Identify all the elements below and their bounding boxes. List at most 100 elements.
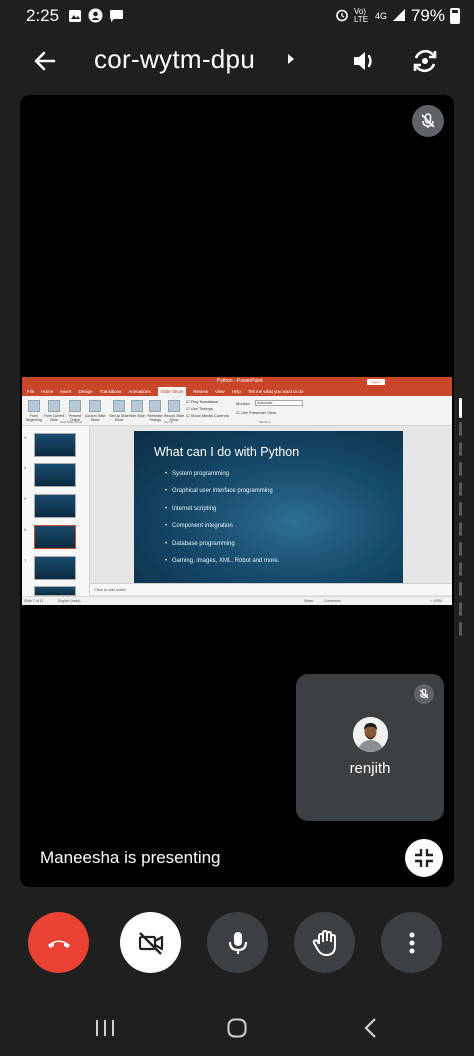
slide-title: What can I do with Python [154, 445, 300, 459]
hand-icon [312, 929, 336, 956]
presenter-banner: Maneesha is presenting [40, 848, 221, 867]
slide-thumbnail [34, 586, 76, 596]
slide-bullet: Graphical user interface programming [165, 488, 279, 505]
slide-bullet: System programming [165, 471, 279, 488]
thumb-number: 6 [24, 527, 27, 532]
ppt-tab: File [27, 389, 35, 394]
participant-name: renjith [349, 760, 391, 777]
ppt-tab: Design [78, 389, 93, 394]
account-icon [88, 8, 103, 28]
thumb-number: 3 [24, 435, 27, 440]
presentation-stage[interactable]: Python - PowerPoint Sign in File Home In… [20, 95, 454, 887]
ppt-ribbon-tabs: File Home Insert Design Transitions Anim… [22, 387, 452, 396]
call-header: cor-wytm-dpu [0, 38, 474, 84]
ppt-ribbon-button: Present Online [64, 400, 86, 422]
battery-percent: 79% [410, 6, 445, 25]
ppt-tab-active: Slide Show [157, 387, 187, 396]
camera-toggle-button[interactable] [120, 912, 181, 973]
thumb-number: 5 [24, 496, 27, 501]
ppt-title-bar: Python - PowerPoint Sign in [22, 377, 452, 387]
notification-icons [68, 8, 124, 28]
avatar [353, 717, 388, 752]
ppt-tab: Transitions [99, 389, 122, 394]
user-photo-icon [353, 717, 388, 752]
ppt-tab: Review [193, 389, 208, 394]
recent-apps-button[interactable] [92, 1016, 118, 1040]
ppt-tell-me: Tell me what you want to do [247, 389, 304, 394]
edge-panel-dots [459, 422, 462, 642]
alarm-icon [335, 8, 349, 25]
ppt-tab: Insert [60, 389, 72, 394]
status-bar: 2:25 Vo) LTE 4G 79% [0, 0, 474, 32]
ppt-tab: View [214, 389, 225, 394]
ppt-check: Use Presenter View [236, 410, 276, 415]
ppt-comments-toggle: Comments [324, 599, 341, 603]
speaker-button[interactable] [350, 46, 380, 76]
ppt-ribbon-button: From Current Slide [43, 400, 65, 422]
ppt-check: Play Narrations [186, 399, 218, 404]
ppt-language: English (India) [58, 599, 81, 603]
ppt-tab: Home [41, 389, 54, 394]
chevron-right-icon[interactable] [286, 52, 296, 71]
ppt-ribbon-button: Custom Slide Show [84, 400, 106, 422]
volume-icon [354, 52, 372, 70]
ppt-ribbon: From Beginning From Current Slide Presen… [22, 396, 452, 426]
self-view-tile[interactable]: renjith [296, 674, 444, 821]
raise-hand-button[interactable] [294, 912, 355, 973]
ppt-tab: Help [231, 389, 241, 394]
ppt-zoom: + 100% [430, 599, 442, 603]
slide-bullet: Gaming, images, XML, Robot and more. [165, 558, 279, 575]
slide-bullet: Database programming [165, 541, 279, 558]
slide-thumbnail [34, 433, 76, 457]
status-right: Vo) LTE 4G 79% [335, 6, 460, 26]
status-time: 2:25 [26, 6, 60, 25]
edge-handle[interactable] [459, 398, 462, 418]
slide-thumbnails: 3 4 5 6 7 [22, 426, 90, 596]
mic-off-icon [419, 688, 429, 699]
ppt-app-title: Python - PowerPoint [217, 378, 263, 384]
battery-icon [450, 8, 460, 24]
ppt-group-label: Monitors [259, 420, 271, 424]
ppt-monitor-select: Automatic [255, 400, 303, 406]
network-label: Vo) LTE [353, 7, 369, 24]
system-back-button[interactable] [358, 1016, 384, 1040]
slide-thumbnail [34, 463, 76, 487]
more-vertical-icon [409, 932, 414, 953]
ppt-slide-count: Slide 7 of 11 [24, 599, 44, 603]
meeting-code[interactable]: cor-wytm-dpu [94, 44, 255, 75]
ppt-sign-in: Sign in [367, 379, 385, 385]
microphone-toggle-button[interactable] [207, 912, 268, 973]
chevron-left-icon [364, 1018, 376, 1038]
ppt-workspace: 3 4 5 6 7 What can I do with Python Syst… [22, 426, 452, 596]
more-options-button[interactable] [381, 912, 442, 973]
switch-camera-icon [413, 49, 437, 73]
home-button[interactable] [224, 1016, 250, 1040]
phone-hangup-icon [47, 940, 70, 948]
slide-thumbnail [34, 556, 76, 580]
slide-bullets: System programming Graphical user interf… [165, 471, 279, 575]
slide-thumbnail-selected [34, 525, 76, 549]
ppt-status-bar: Slide 7 of 11 English (India) Notes Comm… [22, 596, 452, 605]
hang-up-button[interactable] [28, 912, 89, 973]
ppt-ribbon-button: From Beginning [23, 400, 45, 422]
signal-label: 4G [374, 11, 387, 21]
ppt-notes-toggle: Notes [304, 599, 314, 603]
mic-off-icon [421, 113, 435, 128]
slide-thumbnail [34, 494, 76, 518]
presenter-mic-off-indicator [412, 105, 444, 137]
switch-camera-button[interactable] [408, 44, 442, 78]
video-off-icon [138, 931, 163, 955]
chat-icon [109, 9, 124, 28]
ppt-tab: Animations [128, 389, 151, 394]
shared-screen: Python - PowerPoint Sign in File Home In… [22, 377, 452, 605]
ppt-ribbon-button: Record Slide Show [163, 400, 185, 422]
back-button[interactable] [30, 46, 60, 76]
microphone-icon [228, 931, 247, 954]
slide-bullet: Internet scripting [165, 506, 279, 523]
self-mic-off-indicator [414, 684, 434, 704]
minimize-presentation-button[interactable] [405, 839, 443, 877]
ppt-group-label: Set Up [164, 420, 174, 424]
ppt-monitor-label: Monitor: [236, 401, 251, 406]
collapse-icon [415, 849, 433, 867]
thumb-number: 4 [24, 465, 27, 470]
